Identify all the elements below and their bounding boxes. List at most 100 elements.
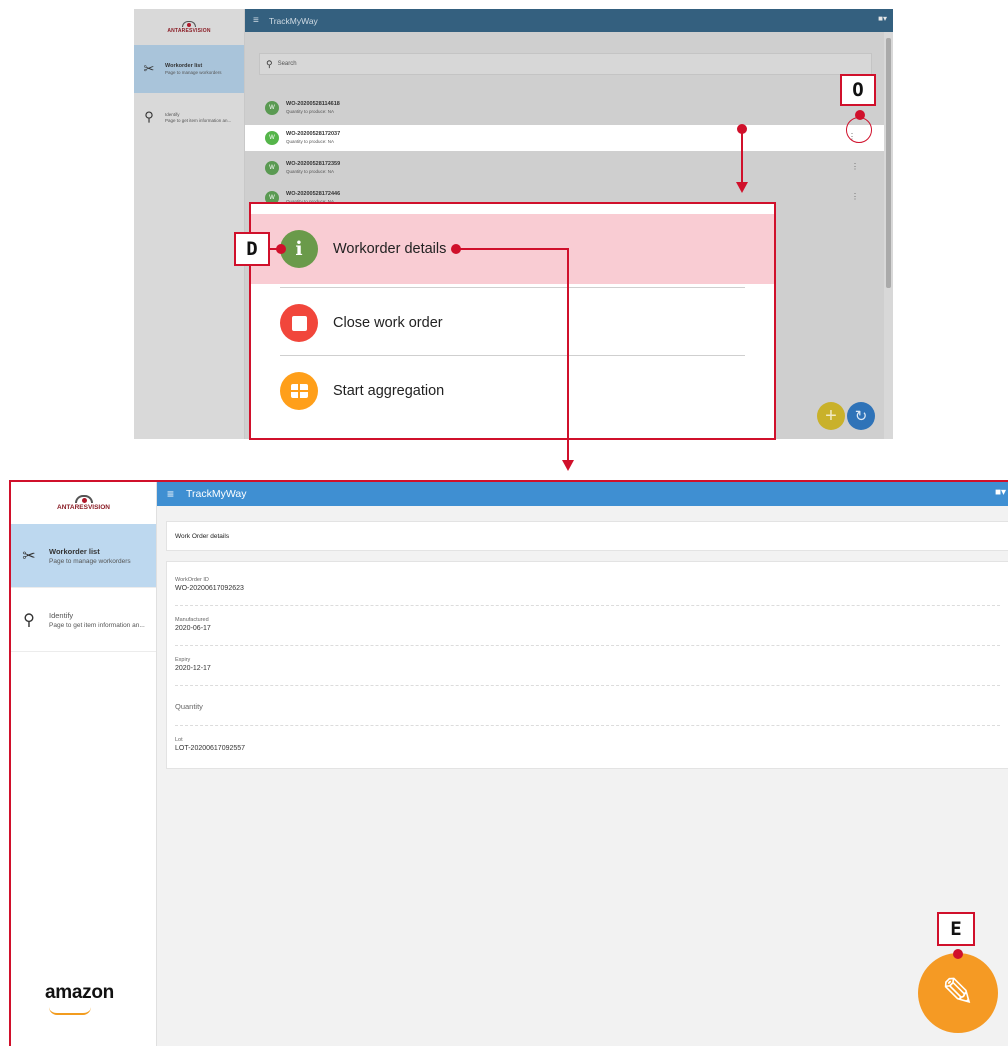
box-icon [280,372,318,410]
sidebar: ANTARESVISION ✂ Workorder list Page to m… [134,9,245,439]
app-header: ≡ TrackMyWay ■▾ [245,9,893,32]
brand-name: ANTARESVISION [57,504,110,511]
sidebar-item-workorder-list[interactable]: ✂ Workorder list Page to manage workorde… [11,524,156,588]
callout-d: D [234,232,270,266]
search-icon: ⚲ [266,58,273,69]
avatar: W [265,101,279,115]
edit-button[interactable]: ✎ [918,953,998,1033]
tools-icon: ✂ [22,547,36,565]
scrollbar-thumb[interactable] [886,38,891,288]
sidebar-item-subtitle: Page to get item information an... [49,621,145,629]
search-icon: ⚲ [23,611,35,629]
workorder-id: WO-20200528172359 [286,161,341,167]
sidebar-item-title: Identify [165,112,180,117]
list-item[interactable]: W WO-20200528114618 Quantity to produce:… [259,95,872,121]
amazon-smile-icon [49,1007,91,1015]
field-workorder-id: WorkOrder ID WO-20200617092623 [175,568,1000,606]
field-label: Quantity [175,702,203,711]
callout-dot [953,949,963,959]
sidebar-item-subtitle: Page to get item information an... [165,118,232,123]
box-shape [290,384,308,398]
field-manufactured: Manufactured 2020-06-17 [175,608,1000,646]
row-menu-icon[interactable]: ⋮ [851,162,859,171]
search-placeholder: Search [277,61,297,67]
search-icon: ⚲ [144,109,154,124]
field-value: LOT-20200617092557 [175,745,246,752]
hamburger-menu-icon[interactable]: ≡ [253,15,259,26]
menu-item-label: Close work order [333,315,443,331]
bottom-screenshot: ANTARESVISION ✂ Workorder list Page to m… [9,480,1008,1046]
brand-logo: ANTARESVISION [134,9,244,45]
callout-o: O [840,74,876,106]
field-lot: Lot LOT-20200617092557 [175,728,1000,766]
field-label: Lot [175,737,183,743]
list-item-selected[interactable]: W WO-20200528172037 Quantity to produce:… [245,125,884,151]
connector-line [567,248,569,460]
sidebar-item-subtitle: Page to manage workorders [165,70,222,75]
field-quantity: Quantity [175,688,1000,726]
pencil-icon: ✎ [941,971,975,1015]
field-value: 2020-12-17 [175,665,211,672]
field-label: WorkOrder ID [175,577,209,583]
row-action-menu: i Workorder details Close work order Sta… [249,202,776,440]
callout-e: E [937,912,975,946]
workorder-quantity: Quantity to produce: NA [286,109,335,114]
sidebar-item-title: Identify [49,610,74,620]
menu-item-start-aggregation[interactable]: Start aggregation [251,356,774,426]
app-title: TrackMyWay [268,15,318,26]
sidebar-item-subtitle: Page to manage workorders [49,557,131,565]
page-title-card: Work Order details [166,521,1008,551]
field-label: Expiry [175,657,191,663]
workorder-quantity: Quantity to produce: NA [286,139,335,144]
menu-item-label: Workorder details [333,241,447,257]
annotated-figure: ANTARESVISION ✂ Workorder list Page to m… [0,0,1008,1046]
field-label: Manufactured [175,617,209,623]
workorder-id: WO-20200528114618 [286,101,340,107]
refresh-button[interactable]: ↻ [847,402,875,430]
logo-mark-icon [182,20,196,27]
avatar: W [265,131,279,145]
sidebar-item-identify[interactable]: ⚲ Identify Page to get item information … [11,588,156,652]
menu-item-close-work-order[interactable]: Close work order [251,288,774,358]
arrow-down-icon [736,182,748,193]
page-title: Work Order details [175,532,230,540]
sidebar: ANTARESVISION ✂ Workorder list Page to m… [11,482,157,1046]
field-value: 2020-06-17 [175,625,211,632]
connector-line [270,248,278,250]
add-workorder-button[interactable]: + [817,402,845,430]
stop-icon [280,304,318,342]
app-header: ≡ TrackMyWay ■▾ [157,482,1008,506]
row-menu-icon[interactable]: ⋮ [851,192,859,201]
workorder-details-card: WorkOrder ID WO-20200617092623 Manufactu… [166,561,1008,769]
user-menu-icon[interactable]: ■▾ [878,14,887,23]
brand-logo: ANTARESVISION [11,482,156,524]
sidebar-item-workorder-list[interactable]: ✂ Workorder list Page to manage workorde… [134,45,244,93]
workorder-quantity: Quantity to produce: NA [286,169,335,174]
brand-name: ANTARESVISION [167,27,211,34]
field-value: WO-20200617092623 [175,585,244,592]
list-item[interactable]: W WO-20200528172359 Quantity to produce:… [259,155,872,181]
sidebar-item-title: Workorder list [49,546,100,556]
sidebar-item-title: Workorder list [165,63,203,69]
connector-line [741,130,743,182]
stop-square-shape [291,315,307,331]
box-center-line [298,384,300,398]
connector-line [458,248,569,250]
menu-item-label: Start aggregation [333,383,445,399]
refresh-icon: ↻ [854,408,868,425]
hamburger-menu-icon[interactable]: ≡ [167,487,174,501]
logo-mark-icon [74,495,93,503]
arrow-down-icon [562,460,574,471]
sidebar-item-identify[interactable]: ⚲ Identify Page to get item information … [134,93,244,141]
tools-icon: ✂ [143,61,155,76]
highlight-ring [846,117,872,143]
plus-icon: + [825,404,837,427]
scrollbar[interactable] [884,32,893,439]
user-menu-icon[interactable]: ■▾ [995,487,1006,498]
field-expiry: Expiry 2020-12-17 [175,648,1000,686]
amazon-logo: amazon [45,982,114,1003]
search-input[interactable]: ⚲ Search [259,53,872,75]
workorder-id: WO-20200528172037 [286,131,341,137]
app-title: TrackMyWay [186,488,247,500]
workorder-id: WO-20200528172446 [286,191,341,197]
